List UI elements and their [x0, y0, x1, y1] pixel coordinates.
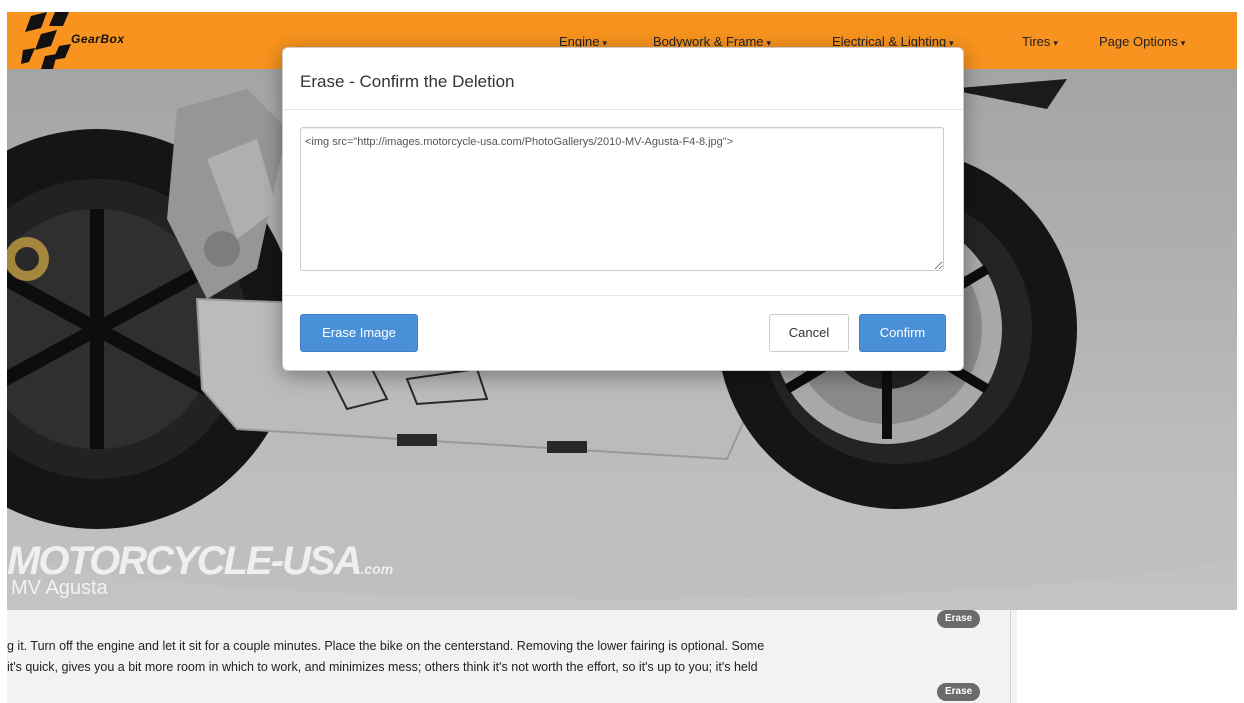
logo-text: GearBox — [71, 32, 125, 46]
left-margin — [0, 0, 7, 703]
paragraph-line-2: it's quick, gives you a bit more room in… — [7, 660, 758, 674]
erase-button-bottom[interactable]: Erase — [937, 683, 981, 701]
watermark-small-text: .com — [360, 561, 394, 577]
caret-down-icon: ▾ — [1053, 38, 1058, 48]
article-paragraph: g it. Turn off the engine and let it sit… — [7, 636, 1002, 678]
modal-title: Erase - Confirm the Deletion — [300, 72, 515, 91]
nav-page-options-label: Page Options — [1099, 34, 1178, 49]
article-content: Erase g it. Turn off the engine and let … — [7, 610, 1017, 703]
nav-tires-label: Tires — [1022, 34, 1051, 49]
erase-button-top[interactable]: Erase — [937, 610, 981, 628]
caret-down-icon: ▾ — [1180, 38, 1186, 48]
gearbox-logo[interactable]: GearBox — [21, 12, 131, 69]
confirm-button[interactable]: Confirm — [859, 314, 946, 352]
hero-caption: MV Agusta — [11, 577, 108, 599]
nav-tires[interactable]: Tires ▾ — [1022, 34, 1058, 49]
nav-page-options[interactable]: Page Options ▾ — [1099, 34, 1185, 49]
confirm-delete-modal: Erase - Confirm the Deletion <img src="h… — [282, 47, 964, 371]
modal-header: Erase - Confirm the Deletion — [283, 48, 963, 110]
paragraph-line-1: g it. Turn off the engine and let it sit… — [7, 639, 765, 653]
erase-image-button[interactable]: Erase Image — [300, 314, 418, 352]
image-html-textarea[interactable]: <img src="http://images.motorcycle-usa.c… — [300, 127, 944, 271]
cancel-button[interactable]: Cancel — [769, 314, 849, 352]
modal-body: <img src="http://images.motorcycle-usa.c… — [283, 110, 963, 296]
